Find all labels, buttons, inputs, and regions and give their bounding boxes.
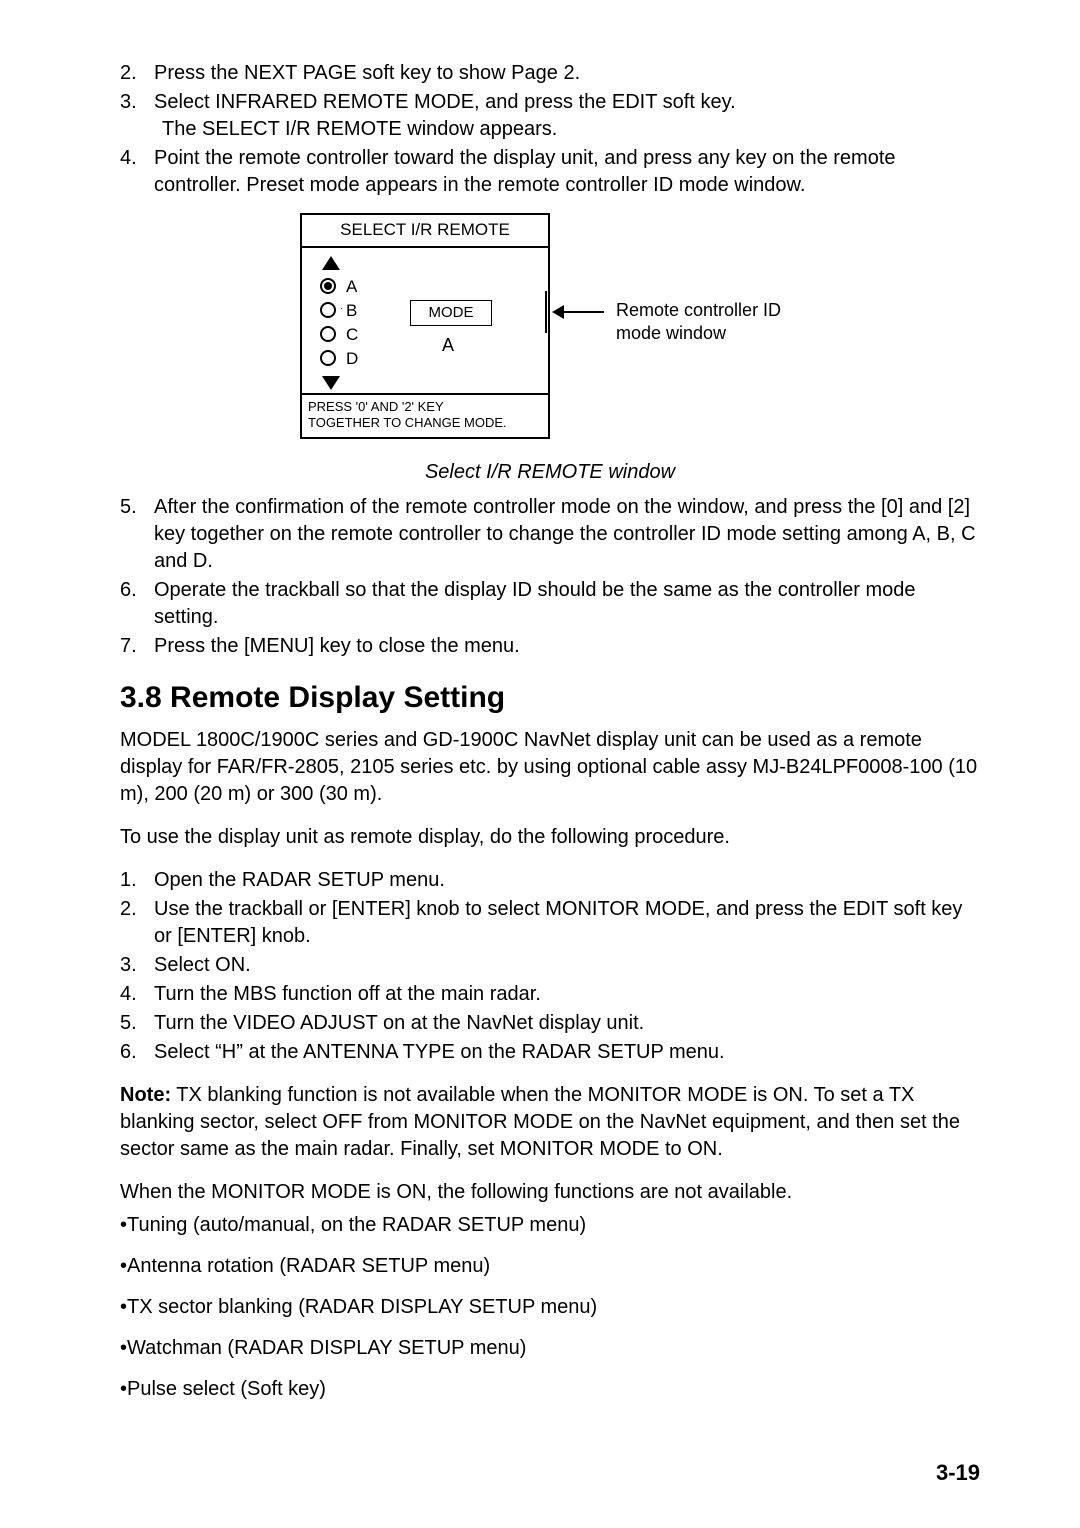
- list-item: 3. Select ON.: [120, 952, 980, 979]
- radio-icon: [320, 302, 336, 318]
- item-text: Turn the MBS function off at the main ra…: [154, 981, 980, 1008]
- list-item: 6. Select “H” at the ANTENNA TYPE on the…: [120, 1039, 980, 1066]
- ordered-list-3: 1. Open the RADAR SETUP menu. 2. Use the…: [120, 867, 980, 1066]
- item-number: 2.: [120, 896, 154, 950]
- bullet-list: •Tuning (auto/manual, on the RADAR SETUP…: [120, 1212, 980, 1403]
- list-item: 6. Operate the trackball so that the dis…: [120, 577, 980, 631]
- radio-icon: [320, 350, 336, 366]
- figure-wrapper: SELECT I/R REMOTE A · B C D MODE A: [120, 213, 980, 453]
- note-paragraph: Note: TX blanking function is not availa…: [120, 1082, 980, 1163]
- panel-title: SELECT I/R REMOTE: [302, 215, 548, 248]
- list-item: 3. Select INFRARED REMOTE MODE, and pres…: [120, 89, 980, 143]
- remote-panel: SELECT I/R REMOTE A · B C D MODE A: [300, 213, 550, 439]
- section-heading: 3.8 Remote Display Setting: [120, 678, 980, 719]
- item-text: Press the NEXT PAGE soft key to show Pag…: [154, 60, 980, 87]
- page-number: 3-19: [936, 1458, 980, 1488]
- list-item: 4. Turn the MBS function off at the main…: [120, 981, 980, 1008]
- item-text: Press the [MENU] key to close the menu.: [154, 633, 980, 660]
- item-text: Open the RADAR SETUP menu.: [154, 867, 980, 894]
- footer-line1: PRESS '0' AND '2' KEY: [308, 399, 444, 414]
- list-item: 2. Press the NEXT PAGE soft key to show …: [120, 60, 980, 87]
- item-number: 5.: [120, 1010, 154, 1037]
- callout-text: Remote controller ID mode window: [616, 299, 781, 344]
- radio-label: C: [346, 324, 358, 347]
- down-arrow-icon: [322, 376, 340, 390]
- item-number: 6.: [120, 577, 154, 631]
- callout-line1: Remote controller ID: [616, 300, 781, 320]
- item-number: 6.: [120, 1039, 154, 1066]
- item-text: Select ON.: [154, 952, 980, 979]
- callout-line2: mode window: [616, 323, 726, 343]
- item-text: Point the remote controller toward the d…: [154, 145, 980, 199]
- radio-label: A: [346, 276, 357, 299]
- item-text: Select “H” at the ANTENNA TYPE on the RA…: [154, 1039, 980, 1066]
- list-item: 2. Use the trackball or [ENTER] knob to …: [120, 896, 980, 950]
- radio-label: D: [346, 348, 358, 371]
- item-text: After the confirmation of the remote con…: [154, 494, 980, 575]
- list-item: 4. Point the remote controller toward th…: [120, 145, 980, 199]
- tick-icon: ·: [340, 302, 343, 316]
- ordered-list-1: 2. Press the NEXT PAGE soft key to show …: [120, 60, 980, 199]
- item-number: 7.: [120, 633, 154, 660]
- panel-footer: PRESS '0' AND '2' KEY TOGETHER TO CHANGE…: [302, 393, 548, 438]
- note-label: Note:: [120, 1084, 171, 1106]
- ordered-list-2: 5. After the confirmation of the remote …: [120, 494, 980, 660]
- item-number: 4.: [120, 145, 154, 199]
- item-main: Select INFRARED REMOTE MODE, and press t…: [154, 91, 736, 113]
- item-number: 2.: [120, 60, 154, 87]
- paragraph: To use the display unit as remote displa…: [120, 824, 980, 851]
- item-text: Turn the VIDEO ADJUST on at the NavNet d…: [154, 1010, 980, 1037]
- item-number: 3.: [120, 89, 154, 143]
- paragraph: When the MONITOR MODE is ON, the followi…: [120, 1179, 980, 1206]
- item-number: 5.: [120, 494, 154, 575]
- figure: SELECT I/R REMOTE A · B C D MODE A: [300, 213, 800, 453]
- bullet-item: •Tuning (auto/manual, on the RADAR SETUP…: [120, 1212, 980, 1239]
- item-sub: The SELECT I/R REMOTE window appears.: [162, 118, 557, 140]
- item-text: Operate the trackball so that the displa…: [154, 577, 980, 631]
- radio-selected-icon: [320, 278, 336, 294]
- list-item: 5. Turn the VIDEO ADJUST on at the NavNe…: [120, 1010, 980, 1037]
- radio-label: B: [346, 300, 357, 323]
- item-number: 1.: [120, 867, 154, 894]
- mode-value: A: [442, 333, 454, 357]
- bullet-item: •TX sector blanking (RADAR DISPLAY SETUP…: [120, 1294, 980, 1321]
- callout-bracket: [545, 291, 547, 333]
- list-item: 1. Open the RADAR SETUP menu.: [120, 867, 980, 894]
- document-page: 2. Press the NEXT PAGE soft key to show …: [0, 0, 1080, 1528]
- bullet-item: •Watchman (RADAR DISPLAY SETUP menu): [120, 1335, 980, 1362]
- item-number: 4.: [120, 981, 154, 1008]
- footer-line2: TOGETHER TO CHANGE MODE.: [308, 415, 507, 430]
- list-item: 7. Press the [MENU] key to close the men…: [120, 633, 980, 660]
- bullet-item: •Pulse select (Soft key): [120, 1376, 980, 1403]
- note-body: TX blanking function is not available wh…: [120, 1084, 960, 1160]
- panel-body: A · B C D MODE A: [302, 248, 548, 393]
- list-item: 5. After the confirmation of the remote …: [120, 494, 980, 575]
- item-text: Use the trackball or [ENTER] knob to sel…: [154, 896, 980, 950]
- paragraph: MODEL 1800C/1900C series and GD-1900C Na…: [120, 727, 980, 808]
- figure-caption: Select I/R REMOTE window: [120, 459, 980, 486]
- bullet-item: •Antenna rotation (RADAR SETUP menu): [120, 1253, 980, 1280]
- item-number: 3.: [120, 952, 154, 979]
- mode-label-box: MODE: [410, 300, 492, 326]
- item-text: Select INFRARED REMOTE MODE, and press t…: [154, 89, 980, 143]
- radio-icon: [320, 326, 336, 342]
- arrow-line-icon: [558, 311, 604, 313]
- up-arrow-icon: [322, 256, 340, 270]
